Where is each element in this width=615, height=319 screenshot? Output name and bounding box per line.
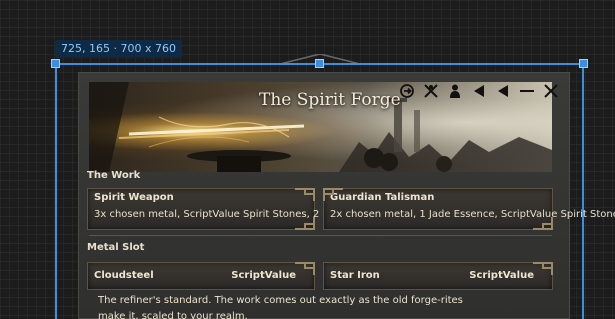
selection-border-left [55, 63, 57, 319]
metal-slot-value: ScriptValue [231, 270, 296, 281]
metal-slot-value: ScriptValue [469, 270, 534, 281]
metal-slot-name: Star Iron [330, 270, 380, 281]
selection-border-right [582, 63, 584, 319]
corner-ornament-icon [533, 217, 553, 230]
minimize-icon [520, 90, 534, 92]
metal-slot-name: Cloudsteel [94, 270, 154, 281]
close-button[interactable] [541, 81, 561, 101]
spirit-forge-window: The Spirit Forge The Work Spirit Weapon … [78, 72, 615, 319]
back-button[interactable] [469, 81, 489, 101]
resize-handle-top-right[interactable] [579, 59, 588, 68]
minimize-button[interactable] [517, 81, 537, 101]
forge-description: The refiner's standard. The work comes o… [98, 295, 463, 319]
metal-slot-star-iron[interactable]: Star Iron ScriptValue [323, 262, 553, 290]
corner-ornament-icon [295, 262, 315, 275]
resize-handle-top-left[interactable] [51, 59, 60, 68]
work-item-name: Guardian Talisman [330, 192, 435, 203]
metal-slot-cloudsteel[interactable]: Cloudsteel ScriptValue [87, 262, 315, 290]
selection-size-label: 725, 165 · 700 x 760 [55, 40, 182, 58]
forge-icon-button[interactable] [397, 81, 417, 101]
work-item-spirit-weapon[interactable]: Spirit Weapon 3x chosen metal, ScriptVal… [87, 188, 328, 230]
resize-handle-top-center[interactable] [315, 59, 324, 68]
corner-ornament-icon [295, 188, 315, 201]
back-arrow-icon [474, 85, 484, 97]
work-item-name: Spirit Weapon [94, 192, 174, 203]
window-title: The Spirit Forge [259, 90, 401, 110]
metal-section-label: Metal Slot [87, 242, 145, 253]
corner-ornament-icon [295, 217, 315, 230]
back-arrow-icon [498, 85, 508, 97]
tools-button[interactable] [421, 81, 441, 101]
section-divider [89, 235, 552, 236]
work-item-desc: 2x chosen metal, 1 Jade Essence, ScriptV… [330, 209, 615, 220]
back-button-secondary[interactable] [493, 81, 513, 101]
crossed-tools-icon [424, 84, 438, 98]
forge-icon [400, 84, 414, 98]
corner-ornament-icon [323, 188, 343, 201]
close-icon [544, 84, 558, 98]
corner-ornament-icon [533, 262, 553, 275]
work-section-label: The Work [87, 170, 141, 181]
window-controls [397, 81, 561, 101]
character-button[interactable] [445, 81, 465, 101]
person-icon [450, 84, 460, 98]
work-item-guardian-talisman[interactable]: Guardian Talisman 2x chosen metal, 1 Jad… [323, 188, 615, 230]
